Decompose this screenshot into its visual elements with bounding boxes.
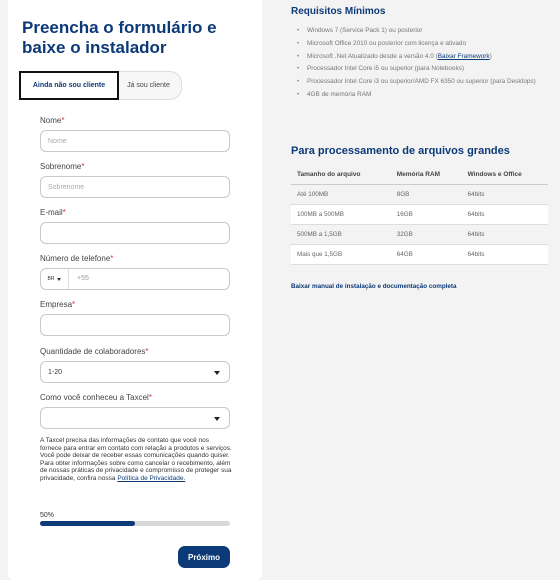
requirements-title: Requisitos Mínimos [291, 6, 386, 17]
privacy-policy-link[interactable]: Política de Privacidade. [117, 475, 185, 482]
table-cell: Até 100MB [291, 184, 391, 205]
table-cell: 64bits [461, 204, 548, 225]
table-row: 500MB a 1,5GB 32GB 64bits [291, 224, 548, 245]
telefone-input[interactable]: BR +55 [40, 268, 230, 290]
colaboradores-select[interactable]: 1-20 [40, 361, 230, 383]
table-row: Até 100MB 8GB 64bits [291, 184, 548, 205]
column-header: Memória RAM [390, 166, 462, 185]
conheceu-select[interactable] [40, 407, 230, 429]
list-item: Microsoft Office 2010 ou posterior com l… [297, 39, 547, 48]
progress-fill [40, 521, 135, 526]
chevron-down-icon [214, 417, 220, 421]
table-cell: 16GB [390, 204, 462, 225]
table-cell: 64bits [461, 244, 548, 265]
form-title: Preencha o formulário e baixe o instalad… [22, 18, 217, 57]
nome-label: Nome* [40, 116, 65, 125]
list-item: Microsoft .Net Atualizado desde a versão… [297, 52, 547, 61]
sobrenome-input[interactable]: Sobrenome [40, 176, 230, 198]
list-item: Processador Intel Core i5 ou superior (p… [297, 64, 547, 73]
email-input[interactable] [40, 222, 230, 244]
processing-table: Tamanho do arquivo Memória RAM Windows e… [291, 166, 548, 265]
table-cell: 100MB a 500MB [291, 204, 391, 225]
consent-text: A Taxcel precisa das informações de cont… [40, 437, 232, 482]
requirements-list: Windows 7 (Service Pack 1) ou posterior … [297, 26, 547, 103]
nome-input[interactable]: Nome [40, 130, 230, 152]
list-item: Processador Intel Core i3 ou superior/AM… [297, 77, 547, 86]
form-card: Preencha o formulário e baixe o instalad… [8, 0, 262, 580]
table-cell: Mais que 1,5GB [291, 244, 391, 265]
table-row: Mais que 1,5GB 64GB 64bits [291, 244, 548, 265]
empresa-input[interactable] [40, 314, 230, 336]
table-cell: 500MB a 1,5GB [291, 224, 391, 245]
country-code-select[interactable]: BR [41, 269, 69, 289]
empresa-label: Empresa* [40, 300, 76, 309]
table-cell: 64bits [461, 224, 548, 245]
tab-new-customer[interactable]: Ainda não sou cliente [19, 71, 119, 100]
telefone-label: Número de telefone* [40, 254, 114, 263]
column-header: Windows e Office [461, 166, 548, 185]
list-item: 4GB de memória RAM [297, 90, 547, 99]
table-cell: 64GB [390, 244, 462, 265]
table-cell: 8GB [390, 184, 462, 205]
colaboradores-label: Quantidade de colaboradores* [40, 347, 149, 356]
column-header: Tamanho do arquivo [291, 166, 391, 185]
chevron-down-icon [214, 371, 220, 375]
table-cell: 32GB [390, 224, 462, 245]
progress-label: 50% [40, 512, 55, 519]
table-row: 100MB a 500MB 16GB 64bits [291, 204, 548, 225]
table-cell: 64bits [461, 184, 548, 205]
processing-title: Para processamento de arquivos grandes [291, 145, 510, 157]
list-item: Windows 7 (Service Pack 1) ou posterior [297, 26, 547, 35]
table-header-row: Tamanho do arquivo Memória RAM Windows e… [291, 166, 548, 185]
download-manual-link[interactable]: Baixar manual de instalação e documentaç… [291, 283, 457, 290]
next-button[interactable]: Próximo [178, 546, 230, 568]
sobrenome-label: Sobrenome* [40, 162, 85, 171]
telefone-value: +55 [77, 275, 89, 282]
download-framework-link[interactable]: Baixar Framework [438, 53, 490, 60]
tab-existing-customer[interactable]: Já sou cliente [116, 71, 182, 100]
email-label: E-mail* [40, 208, 66, 217]
conheceu-label: Como você conheceu a Taxcel* [40, 393, 152, 402]
progress-bar [40, 521, 230, 526]
chevron-down-icon [57, 277, 62, 281]
